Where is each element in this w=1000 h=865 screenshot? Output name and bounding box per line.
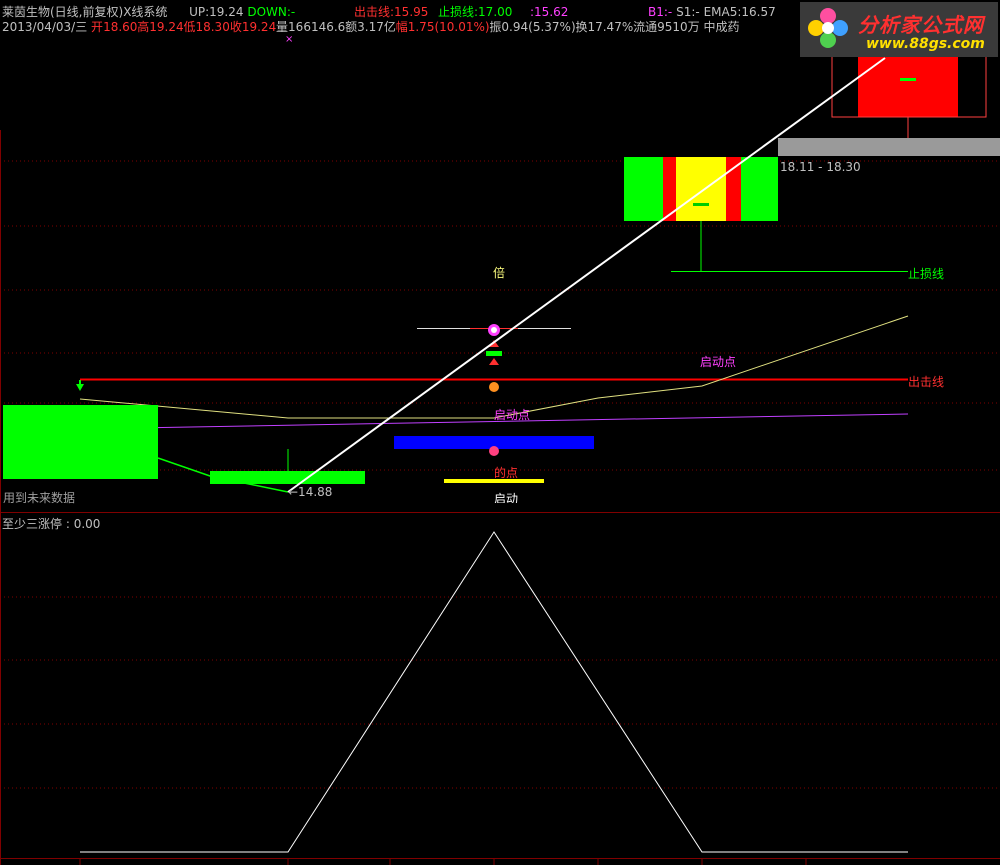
stop-line-label: 止损线 [908,267,945,281]
signal-block-yellow [676,157,726,221]
de-dian-label: 的点 [494,466,519,480]
left-green-block [3,405,158,479]
indicator-line [80,531,908,853]
pink-dot-icon [489,446,499,456]
upper-red-box-mark [900,78,916,81]
indicator-value: 0.00 [73,517,101,531]
chart-canvas [0,57,1000,865]
start-point-label-1: 启动点 [700,355,737,369]
bei-label: 倍 [493,266,506,280]
white-trend-line [287,57,886,493]
indicator-title: 至少三涨停 : 0.00 [2,517,101,531]
grey-bar [778,138,1000,156]
small-green-block [486,351,502,356]
range-label: 18.11 - 18.30 [780,160,861,174]
qi-dong-label: 启动 [494,492,519,503]
mid-green-block [210,471,365,484]
future-data-label: 用到未来数据 [3,491,76,505]
low-price-label: ←14.88 [288,485,333,499]
cross-mark: × [285,34,294,45]
up-arrow-icon-2 [489,358,499,365]
indicator-name: 至少三涨停 [2,517,63,531]
x-ticks [79,858,807,865]
signal-block-mark [693,203,709,206]
orange-dot-icon [489,382,499,392]
start-point-label-2: 启动点 [494,408,531,422]
attack-line-label: 出击线 [908,375,945,389]
